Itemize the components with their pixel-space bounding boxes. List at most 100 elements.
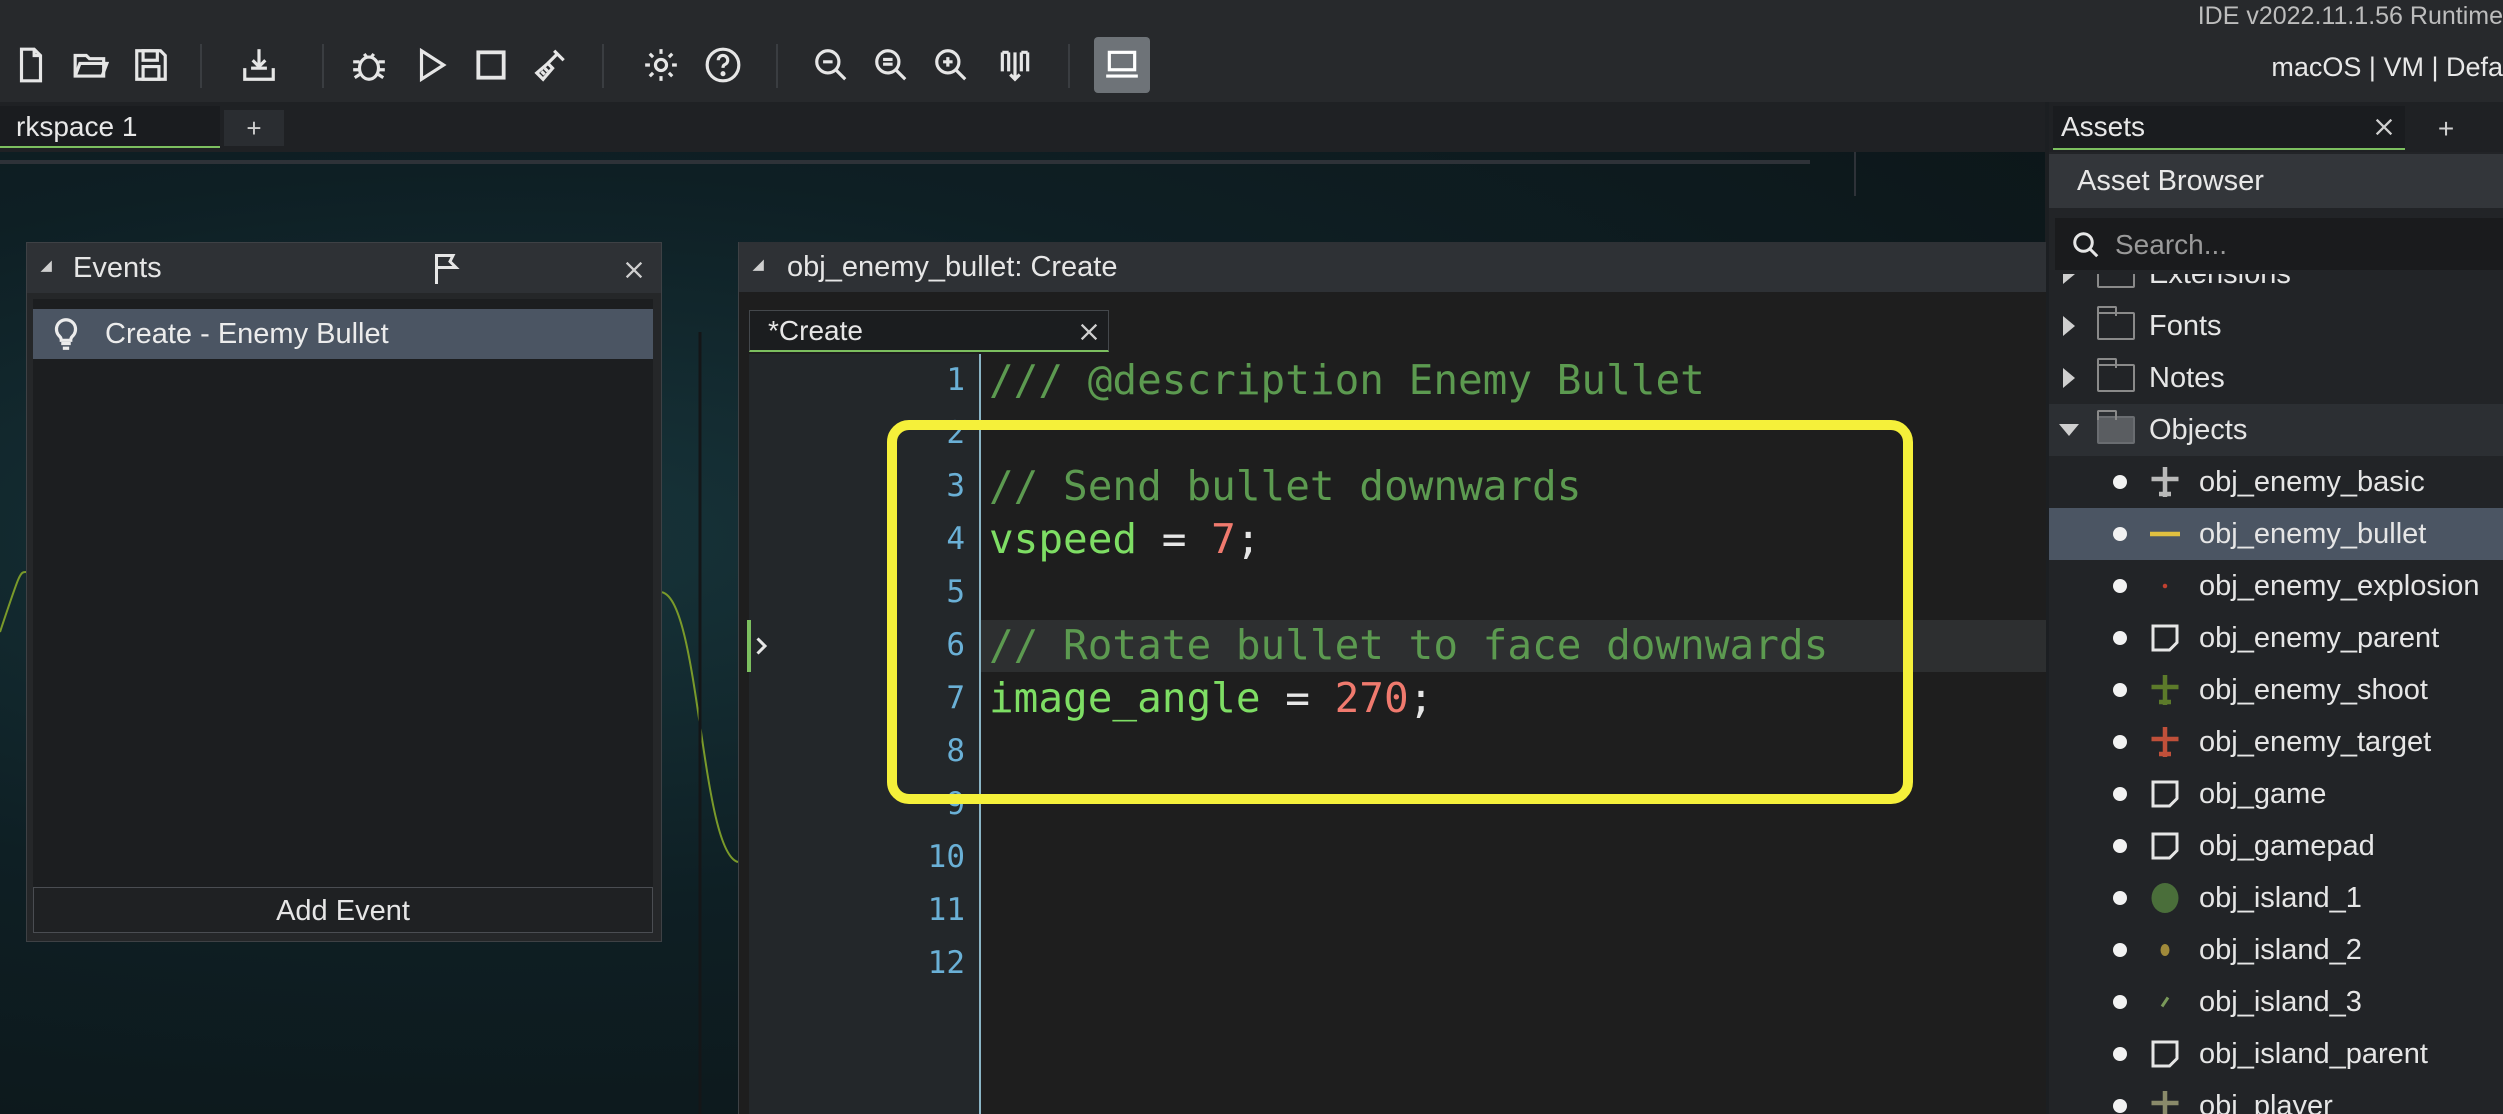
collapse-icon[interactable] [40, 260, 58, 278]
plane-sprite-icon [2151, 467, 2179, 497]
close-icon[interactable] [1078, 321, 1100, 343]
asset-label: obj_island_3 [2199, 986, 2362, 1018]
fit-window-button[interactable] [990, 40, 1040, 90]
events-panel-title: Events [73, 252, 162, 284]
add-event-button[interactable]: Add Event [33, 887, 653, 933]
folder-fonts[interactable]: Fonts [2049, 300, 2503, 352]
bullet-icon [2113, 631, 2127, 645]
zoom-out-button[interactable] [806, 40, 856, 90]
toolbar-separator [200, 44, 202, 88]
expand-icon[interactable] [2063, 316, 2075, 336]
preferences-button[interactable] [636, 40, 686, 90]
toolbar-separator [322, 44, 324, 88]
code-editor-title: obj_enemy_bullet: Create [787, 251, 1118, 283]
zoom-in-button[interactable] [926, 40, 976, 90]
object-placeholder-icon [2151, 624, 2179, 652]
expand-vertical-icon [1000, 50, 1030, 82]
folder-label: Fonts [2149, 310, 2222, 342]
clean-button[interactable] [526, 40, 576, 90]
target-device-button[interactable] [1094, 37, 1150, 93]
asset-item[interactable]: obj_island_3 [2049, 976, 2503, 1028]
create-executable-button[interactable] [234, 40, 284, 90]
asset-item[interactable]: obj_island_1 [2049, 872, 2503, 924]
stop-button[interactable] [466, 40, 516, 90]
debug-button[interactable] [344, 40, 394, 90]
asset-search-box[interactable] [2055, 218, 2503, 270]
asset-label: obj_island_2 [2199, 934, 2362, 966]
asset-item[interactable]: obj_enemy_shoot [2049, 664, 2503, 716]
folder-extensions[interactable]: Extensions [2049, 274, 2503, 300]
folder-notes[interactable]: Notes [2049, 352, 2503, 404]
target-selector[interactable]: macOS | VM | Defa [2271, 44, 2503, 90]
search-icon [2073, 232, 2099, 258]
bullet-icon [2113, 579, 2127, 593]
line-number: 11 [927, 892, 965, 928]
bullet-icon [2113, 943, 2127, 957]
asset-item[interactable]: obj_enemy_target [2049, 716, 2503, 768]
asset-label: obj_island_parent [2199, 1038, 2428, 1070]
close-icon[interactable] [2373, 116, 2395, 138]
close-icon[interactable] [623, 259, 645, 281]
asset-item[interactable]: obj_enemy_explosion [2049, 560, 2503, 612]
expand-icon[interactable] [2063, 368, 2075, 388]
folder-icon [2097, 410, 2135, 444]
gear-icon [645, 49, 677, 81]
expand-icon[interactable] [2063, 274, 2075, 284]
asset-label: obj_game [2199, 778, 2327, 810]
line-number: 12 [927, 945, 965, 981]
run-button[interactable] [406, 40, 456, 90]
asset-item[interactable]: obj_island_2 [2049, 924, 2503, 976]
collapse-icon[interactable] [2059, 424, 2079, 436]
add-workspace-button[interactable]: + [224, 110, 284, 146]
asset-label: obj_gamepad [2199, 830, 2375, 862]
events-panel-header[interactable]: Events [27, 243, 661, 293]
asset-item-selected[interactable]: obj_enemy_bullet [2049, 508, 2503, 560]
bullet-icon [2113, 475, 2127, 489]
download-tray-icon [243, 49, 275, 81]
zoom-reset-button[interactable] [866, 40, 916, 90]
asset-item[interactable]: obj_island_parent [2049, 1028, 2503, 1080]
new-project-button[interactable] [6, 40, 56, 90]
asset-item[interactable]: obj_enemy_parent [2049, 612, 2503, 664]
asset-item[interactable]: obj_gamepad [2049, 820, 2503, 872]
asset-label: obj_enemy_bullet [2199, 518, 2427, 550]
asset-item[interactable]: obj_player [2049, 1080, 2503, 1114]
open-project-button[interactable] [66, 40, 116, 90]
collapse-icon[interactable] [752, 259, 770, 277]
object-placeholder-icon [2151, 1040, 2179, 1068]
new-file-icon [19, 47, 43, 83]
add-asset-tab-button[interactable]: + [2421, 110, 2471, 148]
asset-item[interactable]: obj_enemy_basic [2049, 456, 2503, 508]
tab-create[interactable]: *Create [749, 310, 1109, 352]
plane-sprite-icon [2151, 675, 2179, 705]
asset-item[interactable]: obj_game [2049, 768, 2503, 820]
save-icon [135, 49, 167, 81]
asset-label: obj_enemy_shoot [2199, 674, 2428, 706]
asset-label: obj_enemy_explosion [2199, 570, 2480, 602]
zoom-reset-icon [875, 49, 907, 81]
asset-label: obj_enemy_basic [2199, 466, 2425, 498]
bullet-icon [2113, 527, 2127, 541]
search-input[interactable] [2113, 224, 2497, 266]
laptop-icon [1106, 50, 1138, 78]
bullet-icon [2113, 787, 2127, 801]
code-editor-header[interactable]: obj_enemy_bullet: Create [739, 242, 2046, 292]
folder-open-icon [73, 53, 110, 78]
asset-label: obj_enemy_target [2199, 726, 2432, 758]
play-icon [419, 47, 447, 83]
chevron-right-icon[interactable] [753, 634, 771, 658]
folder-label: Objects [2149, 414, 2248, 446]
tab-assets[interactable]: Assets [2053, 106, 2405, 150]
plane-sprite-icon [2151, 727, 2179, 757]
asset-label: obj_island_1 [2199, 882, 2362, 914]
help-button[interactable] [698, 40, 748, 90]
flag-icon[interactable] [427, 251, 467, 287]
lightbulb-icon [54, 318, 78, 350]
code-line-description[interactable]: /// @description Enemy Bullet [989, 354, 1705, 406]
folder-objects[interactable]: Objects [2049, 404, 2503, 456]
bullet-sprite-icon [2150, 531, 2180, 537]
workspace-tab-bar [0, 102, 2045, 152]
code-editor-window: obj_enemy_bullet: Create *Create 1 2 3 4… [738, 242, 2046, 1114]
save-button[interactable] [126, 40, 176, 90]
tab-workspace-1[interactable]: rkspace 1 [0, 106, 220, 148]
